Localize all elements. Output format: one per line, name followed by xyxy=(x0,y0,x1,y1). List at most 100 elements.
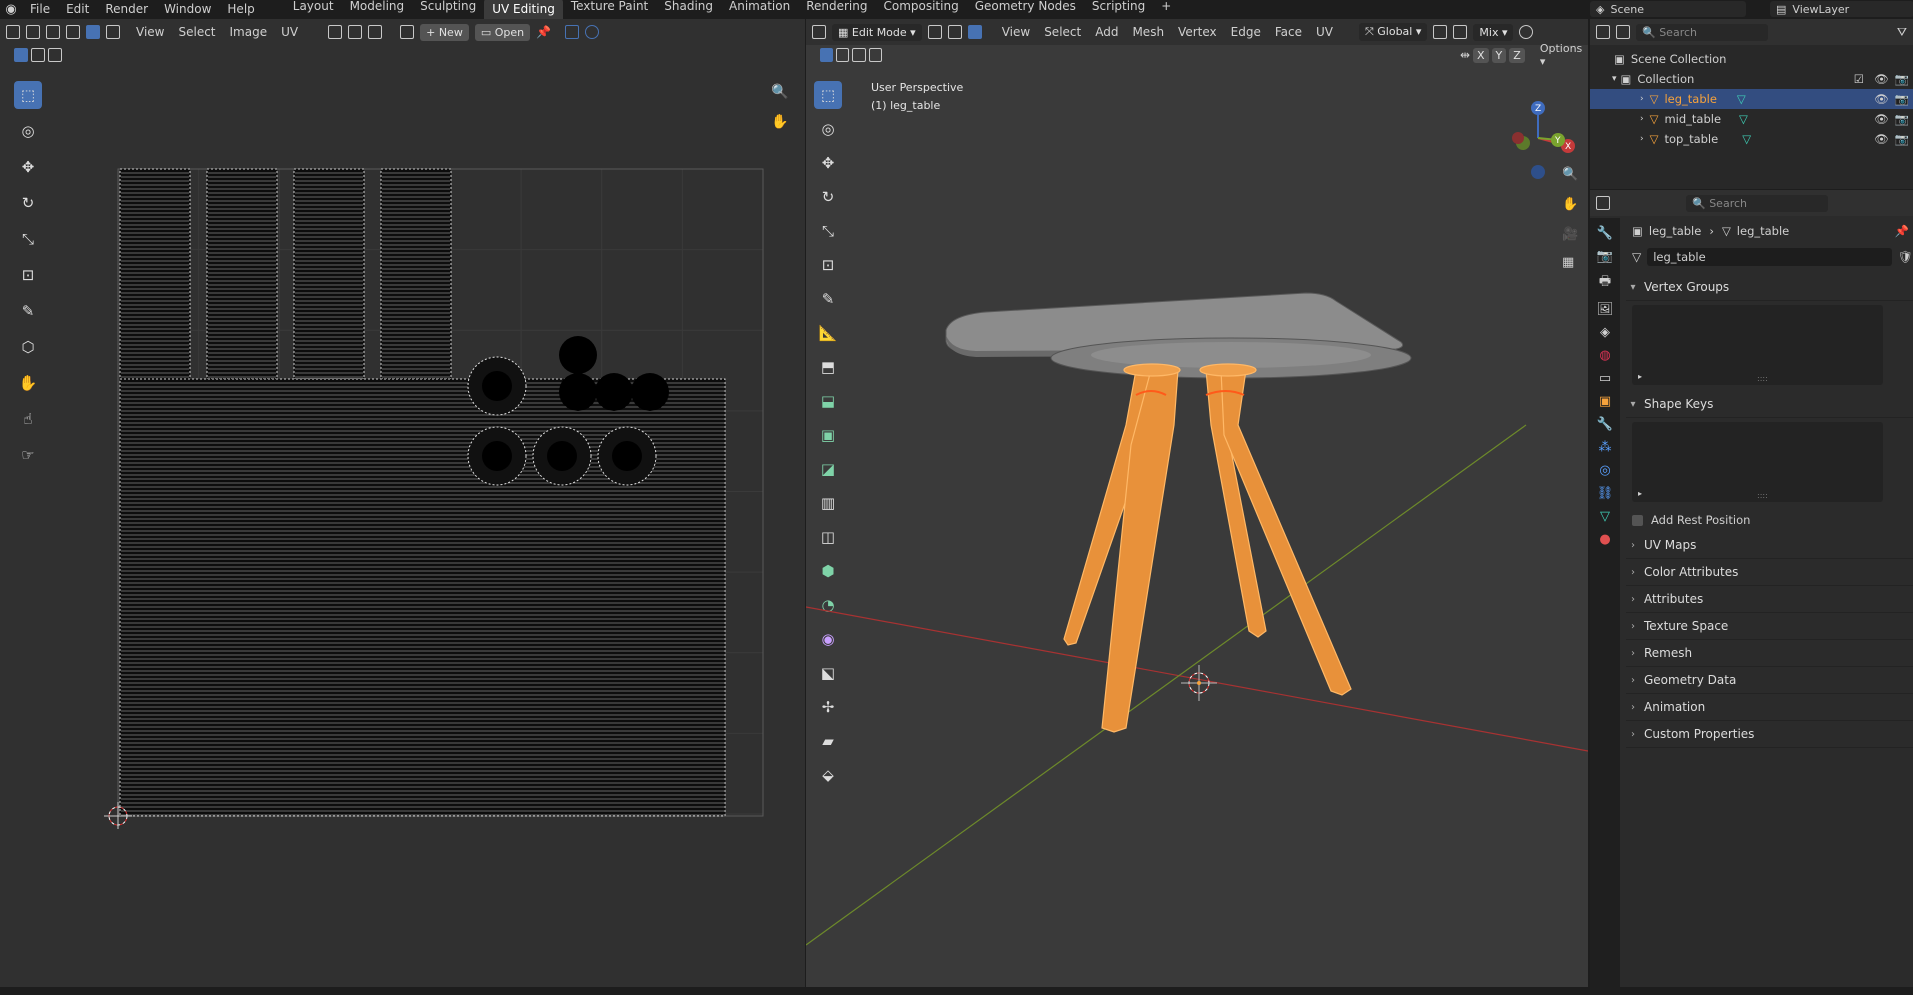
list-expand-icon[interactable]: ▸ xyxy=(1638,372,1642,381)
vertex-groups-list[interactable]: ▸ :::: xyxy=(1632,305,1883,385)
particles-tab-icon[interactable]: ⁂ xyxy=(1599,440,1612,455)
uv-menu-view[interactable]: View xyxy=(136,25,164,39)
chevron-right-icon[interactable]: › xyxy=(1626,648,1640,659)
view-layer-selector[interactable]: ▤ ViewLayer xyxy=(1770,1,1913,17)
editor-type-icon[interactable] xyxy=(1596,196,1610,210)
panel-animation[interactable]: › Animation xyxy=(1626,694,1913,721)
snap-mode-dropdown[interactable]: Mix ▾ xyxy=(1473,23,1514,41)
list-expand-icon[interactable]: ▸ xyxy=(1638,489,1642,498)
open-image-button[interactable]: ▭ Open xyxy=(474,23,531,41)
vertex-mode-icon[interactable] xyxy=(927,25,942,39)
edge-mode-icon[interactable] xyxy=(947,25,962,39)
proportional-edit-icon[interactable] xyxy=(368,25,383,39)
chevron-right-icon[interactable]: › xyxy=(1640,94,1644,104)
chevron-right-icon[interactable]: › xyxy=(1626,621,1640,632)
editor-type-icon[interactable] xyxy=(6,25,20,39)
rip-tool[interactable]: ⬡ xyxy=(14,333,42,361)
camera-view-icon[interactable]: 🎥 xyxy=(1562,227,1578,242)
editor-type-icon[interactable] xyxy=(1596,25,1610,39)
rotate-tool[interactable]: ↻ xyxy=(14,189,42,217)
gizmo-icon[interactable] xyxy=(565,25,580,39)
collection-row[interactable]: ▾ ▣ Collection ☑ 👁 📷 xyxy=(1590,69,1913,89)
mesh-name-field[interactable]: leg_table xyxy=(1647,248,1892,266)
outliner-item-leg-table[interactable]: › ▽ leg_table ▽ 👁 📷 xyxy=(1590,89,1913,109)
chevron-right-icon[interactable]: › xyxy=(1626,540,1640,551)
blender-logo-icon[interactable]: ◉ xyxy=(0,2,22,17)
mirror-x-toggle[interactable]: X xyxy=(1473,47,1489,63)
edge-select-icon[interactable] xyxy=(66,25,80,39)
add-rest-position-row[interactable]: Add Rest Position xyxy=(1626,508,1913,532)
panel-uv-maps[interactable]: › UV Maps xyxy=(1626,532,1913,559)
snap-magnet-icon[interactable] xyxy=(1453,25,1468,39)
menu-window[interactable]: Window xyxy=(156,2,219,16)
sticky-select-icon[interactable] xyxy=(106,25,120,39)
zoom-icon[interactable]: 🔍 xyxy=(771,84,788,100)
scene-tab-icon[interactable]: ◈ xyxy=(1600,325,1610,340)
output-tab-icon[interactable]: 🖶 xyxy=(1599,272,1611,294)
render-tab-icon[interactable]: 📷 xyxy=(1597,249,1613,264)
vp-menu-mesh[interactable]: Mesh xyxy=(1132,25,1164,39)
filter-icon[interactable]: ⛛ xyxy=(1897,25,1907,40)
panel-attributes[interactable]: › Attributes xyxy=(1626,586,1913,613)
tab-geometry-nodes[interactable]: Geometry Nodes xyxy=(967,0,1084,19)
ortho-toggle-icon[interactable]: ▦ xyxy=(1562,255,1574,270)
pinch-tool[interactable]: ☞ xyxy=(14,441,42,469)
pan-hand-icon[interactable]: ✋ xyxy=(771,114,788,130)
mirror-icon[interactable]: ⇹ xyxy=(1460,48,1470,62)
move-tool[interactable]: ✥ xyxy=(14,153,42,181)
scene-collection-row[interactable]: ▣ Scene Collection xyxy=(1590,49,1913,69)
uv-menu-image[interactable]: Image xyxy=(230,25,268,39)
pin-icon[interactable]: 📌 xyxy=(1895,224,1909,238)
menu-help[interactable]: Help xyxy=(219,2,262,16)
select-extend-icon[interactable] xyxy=(31,48,45,62)
mirror-z-toggle[interactable]: Z xyxy=(1509,47,1525,63)
camera-icon[interactable]: 📷 xyxy=(1895,112,1909,126)
relax-tool[interactable]: ☝ xyxy=(14,405,42,433)
scale-tool[interactable]: ⤡ xyxy=(14,225,42,253)
select-mode-set-icon[interactable] xyxy=(14,48,28,62)
eye-icon[interactable]: 👁 xyxy=(1874,72,1889,86)
tab-texture-paint[interactable]: Texture Paint xyxy=(563,0,656,19)
list-resize-grip[interactable]: :::: xyxy=(1757,491,1768,500)
panel-shape-keys[interactable]: ▾ Shape Keys xyxy=(1626,391,1913,418)
panel-geometry-data[interactable]: › Geometry Data xyxy=(1626,667,1913,694)
panel-color-attributes[interactable]: › Color Attributes xyxy=(1626,559,1913,586)
grab-tool[interactable]: ✋ xyxy=(14,369,42,397)
pivot-icon[interactable] xyxy=(328,25,343,39)
vp-menu-vertex[interactable]: Vertex xyxy=(1178,25,1217,39)
face-select-icon[interactable] xyxy=(86,25,100,39)
select-extend-icon[interactable] xyxy=(836,48,850,62)
uv-menu-select[interactable]: Select xyxy=(178,25,215,39)
camera-icon[interactable]: 📷 xyxy=(1895,132,1909,146)
constraints-tab-icon[interactable]: ⛓ xyxy=(1597,486,1614,501)
outliner-item-mid-table[interactable]: › ▽ mid_table ▽ 👁 📷 xyxy=(1590,109,1913,129)
uv-canvas[interactable] xyxy=(100,149,780,829)
material-tab-icon[interactable]: ● xyxy=(1599,532,1610,547)
chevron-right-icon[interactable]: › xyxy=(1626,675,1640,686)
outliner-item-top-table[interactable]: › ▽ top_table ▽ 👁 📷 xyxy=(1590,129,1913,149)
fake-user-icon[interactable]: 🛡 xyxy=(1898,250,1913,264)
modifiers-tab-icon[interactable]: 🔧 xyxy=(1597,417,1613,432)
select-subtract-icon[interactable] xyxy=(852,48,866,62)
camera-icon[interactable]: 📷 xyxy=(1895,92,1909,106)
chevron-right-icon[interactable]: › xyxy=(1626,702,1640,713)
object-tab-icon[interactable]: ▣ xyxy=(1599,394,1611,409)
face-mode-icon[interactable] xyxy=(967,25,982,39)
transform-orientation-dropdown[interactable]: ⤧ Global ▾ xyxy=(1358,23,1428,41)
select-mode-set-icon[interactable] xyxy=(820,48,834,62)
data-tab-icon[interactable]: ▽ xyxy=(1600,509,1610,524)
vp-menu-edge[interactable]: Edge xyxy=(1231,25,1261,39)
tab-compositing[interactable]: Compositing xyxy=(875,0,966,19)
mode-selector[interactable]: ▦ Edit Mode ▾ xyxy=(832,23,922,41)
image-browse-icon[interactable] xyxy=(400,25,415,39)
shape-keys-list[interactable]: ▸ :::: xyxy=(1632,422,1883,502)
scene-selector[interactable]: ◈ Scene xyxy=(1590,1,1746,17)
chevron-right-icon[interactable]: › xyxy=(1640,134,1644,144)
properties-search[interactable]: 🔍 Search xyxy=(1686,194,1828,212)
tab-rendering[interactable]: Rendering xyxy=(798,0,875,19)
vp-menu-view[interactable]: View xyxy=(1002,25,1030,39)
menu-edit[interactable]: Edit xyxy=(58,2,97,16)
pan-hand-icon[interactable]: ✋ xyxy=(1562,197,1578,212)
select-box-tool[interactable]: ⬚ xyxy=(14,81,42,109)
new-image-button[interactable]: + New xyxy=(420,23,469,41)
